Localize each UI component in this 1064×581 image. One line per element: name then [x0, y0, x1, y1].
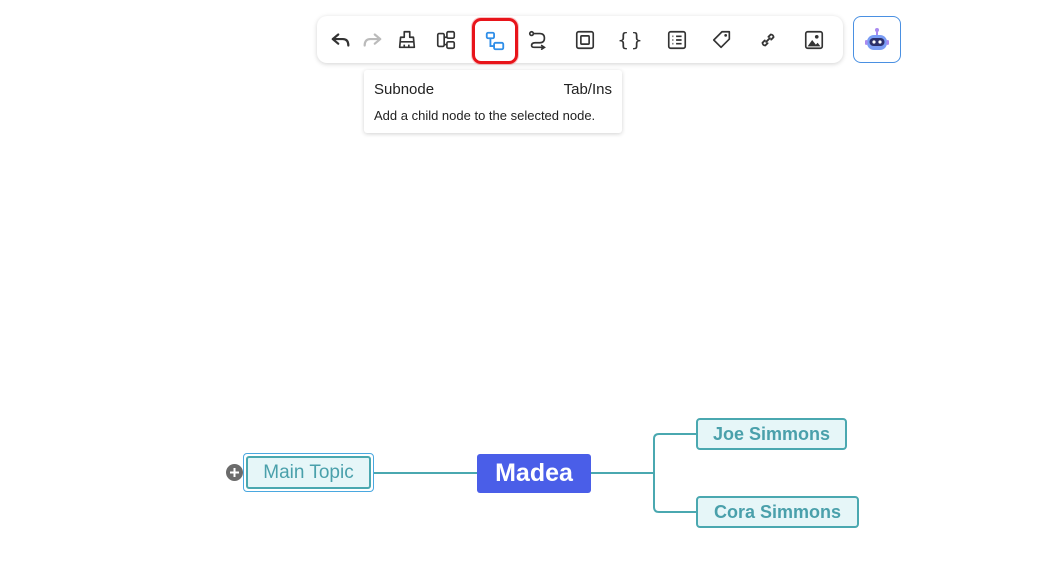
connector-branch-joe [653, 433, 696, 473]
redo-button[interactable] [354, 22, 390, 58]
image-icon [804, 30, 824, 50]
main-topic-node[interactable]: Main Topic [243, 453, 374, 492]
image-button[interactable] [796, 22, 832, 58]
root-node[interactable]: Madea [477, 454, 591, 493]
ai-assistant-button[interactable] [853, 16, 901, 63]
child-node-joe-simmons[interactable]: Joe Simmons [696, 418, 847, 450]
undo-icon [331, 33, 350, 47]
note-button[interactable] [659, 22, 695, 58]
subnode-tooltip: Subnode Tab/Ins Add a child node to the … [364, 70, 622, 133]
connector-branch-cora [653, 473, 696, 513]
brush-icon [398, 30, 416, 49]
braces-icon: {} [617, 29, 645, 51]
sibling-node-icon [436, 30, 456, 50]
tooltip-description: Add a child node to the selected node. [374, 108, 596, 123]
tooltip-shortcut: Tab/Ins [563, 81, 612, 98]
child-node-cora-simmons[interactable]: Cora Simmons [696, 496, 859, 528]
summary-button[interactable]: {} [613, 22, 649, 58]
subnode-icon [485, 31, 505, 51]
tooltip-title: Subnode [374, 81, 435, 98]
mindmap-canvas[interactable]: {} Subnode Tab/Ins Add a child node to t… [0, 0, 1064, 581]
relationship-button[interactable] [520, 22, 556, 58]
format-painter-button[interactable] [389, 22, 425, 58]
tag-icon [712, 30, 731, 49]
robot-icon [865, 27, 889, 50]
link-button[interactable] [750, 22, 786, 58]
sibling-node-button[interactable] [428, 22, 464, 58]
collapse-toggle-button[interactable] [226, 464, 243, 481]
relationship-icon [528, 30, 546, 50]
note-icon [667, 30, 687, 50]
boundary-button[interactable] [567, 22, 603, 58]
plus-icon [230, 468, 239, 477]
link-icon [761, 33, 775, 47]
subnode-button[interactable] [472, 18, 518, 64]
boundary-icon [575, 30, 595, 50]
tag-button[interactable] [704, 22, 740, 58]
toolbar: {} [317, 16, 843, 64]
redo-icon [363, 33, 382, 47]
main-topic-label: Main Topic [246, 456, 371, 489]
